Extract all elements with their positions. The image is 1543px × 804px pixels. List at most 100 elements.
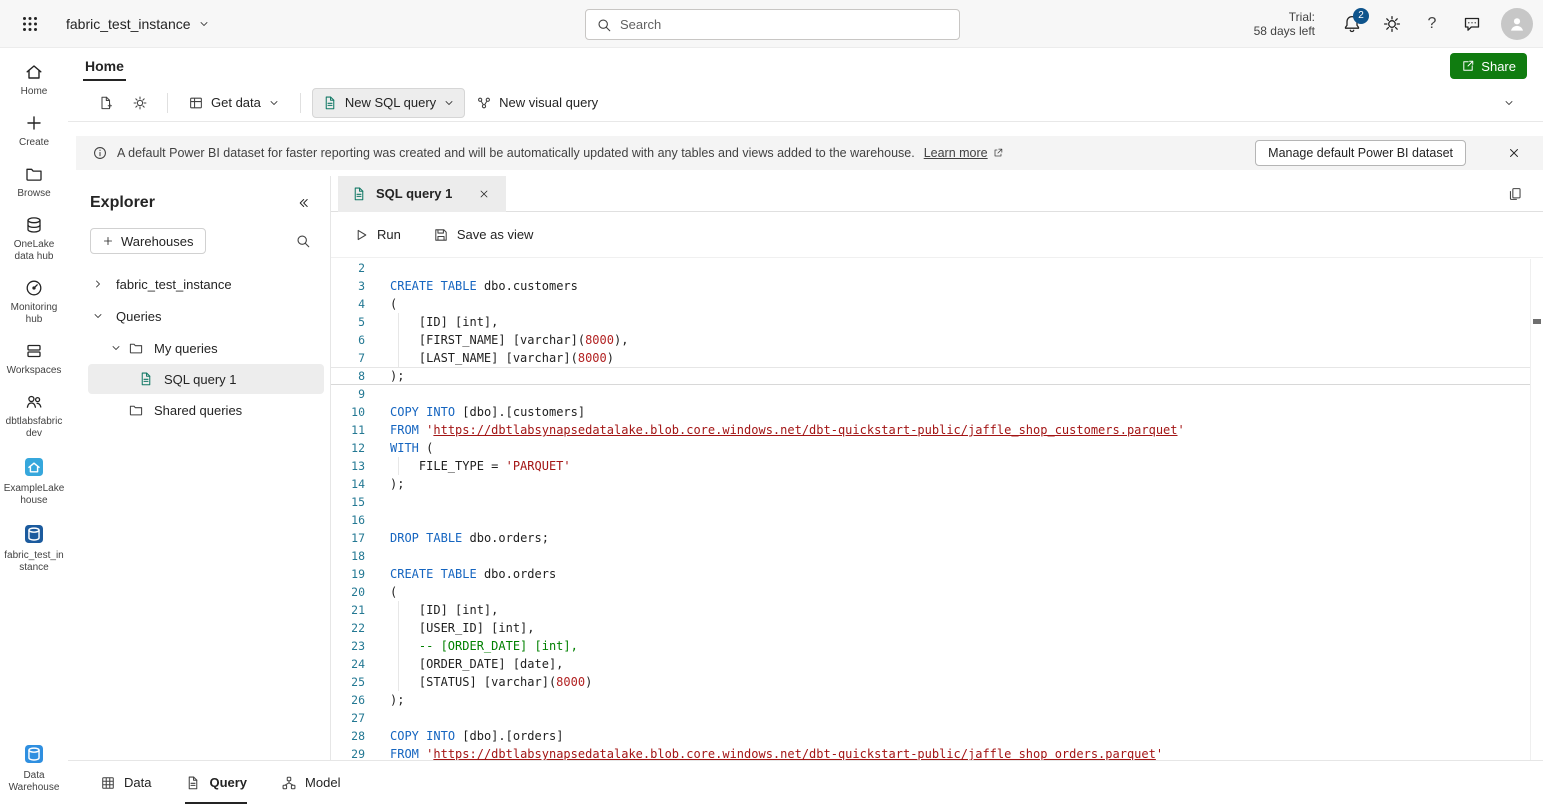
code-line[interactable]: 21 [ID] [int], bbox=[331, 601, 1530, 619]
code-line[interactable]: 28COPY INTO [dbo].[orders] bbox=[331, 727, 1530, 745]
tab-sql-query-1[interactable]: SQL query 1 bbox=[338, 176, 506, 212]
tab-close-button[interactable] bbox=[475, 185, 493, 203]
code-line[interactable]: 29FROM 'https://dbtlabsynapsedatalake.bl… bbox=[331, 745, 1530, 760]
question-icon: ? bbox=[1428, 15, 1437, 33]
code-line[interactable]: 11FROM 'https://dbtlabsynapsedatalake.bl… bbox=[331, 421, 1530, 439]
view-tab-query[interactable]: Query bbox=[185, 761, 247, 804]
code-line[interactable]: 6 [FIRST_NAME] [varchar](8000), bbox=[331, 331, 1530, 349]
view-tab-data[interactable]: Data bbox=[100, 761, 151, 804]
code-text: COPY INTO [dbo].[customers] bbox=[390, 403, 585, 421]
tab-home[interactable]: Home bbox=[83, 51, 126, 81]
code-line[interactable]: 16 bbox=[331, 511, 1530, 529]
code-line[interactable]: 22 [USER_ID] [int], bbox=[331, 619, 1530, 637]
new-item-button[interactable] bbox=[90, 88, 122, 118]
ribbon-tab-row: Home Share bbox=[68, 48, 1543, 84]
explorer-search-button[interactable] bbox=[290, 228, 316, 254]
editor-scrollbar[interactable] bbox=[1530, 259, 1543, 760]
code-line[interactable]: 27 bbox=[331, 709, 1530, 727]
code-line[interactable]: 25 [STATUS] [varchar](8000) bbox=[331, 673, 1530, 691]
nav-rail-item-examplelakehouse[interactable]: ExampleLakehouse bbox=[1, 451, 67, 511]
help-button[interactable]: ? bbox=[1415, 7, 1449, 41]
view-tab-model[interactable]: Model bbox=[281, 761, 340, 804]
share-button[interactable]: Share bbox=[1450, 53, 1527, 79]
tree-item-queries[interactable]: Queries bbox=[76, 300, 330, 332]
code-line[interactable]: 9 bbox=[331, 385, 1530, 403]
workspace-switcher[interactable]: fabric_test_instance bbox=[66, 16, 210, 32]
warehouse-settings-button[interactable] bbox=[124, 88, 156, 118]
code-line[interactable]: 12WITH ( bbox=[331, 439, 1530, 457]
code-text: CREATE TABLE dbo.orders bbox=[390, 565, 556, 583]
code-lines[interactable]: 23CREATE TABLE dbo.customers4(5 [ID] [in… bbox=[331, 259, 1530, 760]
notifications-button[interactable]: 2 bbox=[1335, 7, 1369, 41]
app-launcher-button[interactable] bbox=[12, 6, 48, 42]
code-line[interactable]: 8); bbox=[331, 367, 1530, 385]
view-tab-label: Data bbox=[124, 775, 151, 790]
feedback-button[interactable] bbox=[1455, 7, 1489, 41]
get-data-button[interactable]: Get data bbox=[179, 88, 289, 118]
nav-rail-label: Workspaces bbox=[7, 365, 62, 377]
code-line[interactable]: 20( bbox=[331, 583, 1530, 601]
folder-icon bbox=[24, 164, 44, 184]
left-nav-rail: Home Create Browse OneLake data hub Moni… bbox=[0, 48, 68, 804]
collapse-pane-button[interactable] bbox=[290, 190, 316, 216]
nav-rail-item-fabric-test-instance[interactable]: fabric_test_instance bbox=[1, 518, 67, 578]
code-line[interactable]: 24 [ORDER_DATE] [date], bbox=[331, 655, 1530, 673]
code-line[interactable]: 17DROP TABLE dbo.orders; bbox=[331, 529, 1530, 547]
save-as-view-button[interactable]: Save as view bbox=[429, 219, 538, 251]
global-search[interactable] bbox=[585, 9, 960, 40]
visual-query-icon bbox=[476, 95, 492, 111]
account-avatar[interactable] bbox=[1501, 8, 1533, 40]
tree-item-sql-query-1[interactable]: SQL query 1 bbox=[88, 364, 324, 394]
line-number: 10 bbox=[331, 403, 365, 421]
code-line[interactable]: 14); bbox=[331, 475, 1530, 493]
nav-rail-item-data-warehouse[interactable]: Data Warehouse bbox=[1, 738, 67, 798]
folder-icon bbox=[128, 340, 144, 356]
code-line[interactable]: 18 bbox=[331, 547, 1530, 565]
nav-rail-item-workspaces[interactable]: Workspaces bbox=[1, 337, 67, 381]
code-line[interactable]: 5 [ID] [int], bbox=[331, 313, 1530, 331]
code-line[interactable]: 2 bbox=[331, 259, 1530, 277]
plus-icon bbox=[24, 113, 44, 133]
nav-rail-label: Browse bbox=[17, 188, 50, 200]
line-number: 11 bbox=[331, 421, 365, 439]
code-line[interactable]: 23 -- [ORDER_DATE] [int], bbox=[331, 637, 1530, 655]
nav-rail-item-browse[interactable]: Browse bbox=[1, 160, 67, 204]
share-button-label: Share bbox=[1481, 59, 1516, 74]
banner-close-button[interactable] bbox=[1501, 140, 1527, 166]
new-visual-query-label: New visual query bbox=[499, 95, 598, 110]
gear-icon bbox=[1382, 14, 1402, 34]
code-line[interactable]: 3CREATE TABLE dbo.customers bbox=[331, 277, 1530, 295]
nav-rail-item-dbtlabsfabricdev[interactable]: dbtlabsfabricdev bbox=[1, 388, 67, 444]
nav-rail-item-home[interactable]: Home bbox=[1, 58, 67, 102]
tree-item-label: My queries bbox=[154, 341, 218, 356]
code-line[interactable]: 19CREATE TABLE dbo.orders bbox=[331, 565, 1530, 583]
new-visual-query-button[interactable]: New visual query bbox=[467, 88, 607, 118]
explorer-tree: fabric_test_instance Queries My queries … bbox=[76, 268, 330, 426]
code-text: ); bbox=[390, 691, 404, 709]
tree-item-fabric-test-instance[interactable]: fabric_test_instance bbox=[76, 268, 330, 300]
share-icon bbox=[1461, 59, 1475, 73]
add-warehouses-button[interactable]: Warehouses bbox=[90, 228, 206, 254]
run-button[interactable]: Run bbox=[349, 219, 405, 251]
nav-rail-item-onelake-data-hub[interactable]: OneLake data hub bbox=[1, 211, 67, 267]
new-sql-query-button[interactable]: New SQL query bbox=[312, 88, 465, 118]
code-line[interactable]: 13 FILE_TYPE = 'PARQUET' bbox=[331, 457, 1530, 475]
code-line[interactable]: 7 [LAST_NAME] [varchar](8000) bbox=[331, 349, 1530, 367]
code-text: ); bbox=[390, 367, 404, 385]
settings-button[interactable] bbox=[1375, 7, 1409, 41]
nav-rail-item-monitoring-hub[interactable]: Monitoring hub bbox=[1, 274, 67, 330]
code-line[interactable]: 10 COPY INTO [dbo].[customers] bbox=[331, 403, 1530, 421]
code-line[interactable]: 4( bbox=[331, 295, 1530, 313]
nav-rail-item-create[interactable]: Create bbox=[1, 109, 67, 153]
learn-more-link[interactable]: Learn more bbox=[924, 146, 1004, 160]
copy-button[interactable] bbox=[1501, 180, 1529, 208]
tree-item-my-queries[interactable]: My queries bbox=[76, 332, 330, 364]
manage-dataset-button[interactable]: Manage default Power BI dataset bbox=[1255, 140, 1466, 166]
data-grid-icon bbox=[100, 775, 116, 791]
tree-item-shared-queries[interactable]: Shared queries bbox=[76, 394, 330, 426]
code-line[interactable]: 15 bbox=[331, 493, 1530, 511]
ribbon-collapse-button[interactable] bbox=[1493, 88, 1525, 118]
editor-tab-bar: SQL query 1 bbox=[331, 176, 1543, 212]
code-line[interactable]: 26); bbox=[331, 691, 1530, 709]
search-input[interactable] bbox=[620, 17, 949, 32]
